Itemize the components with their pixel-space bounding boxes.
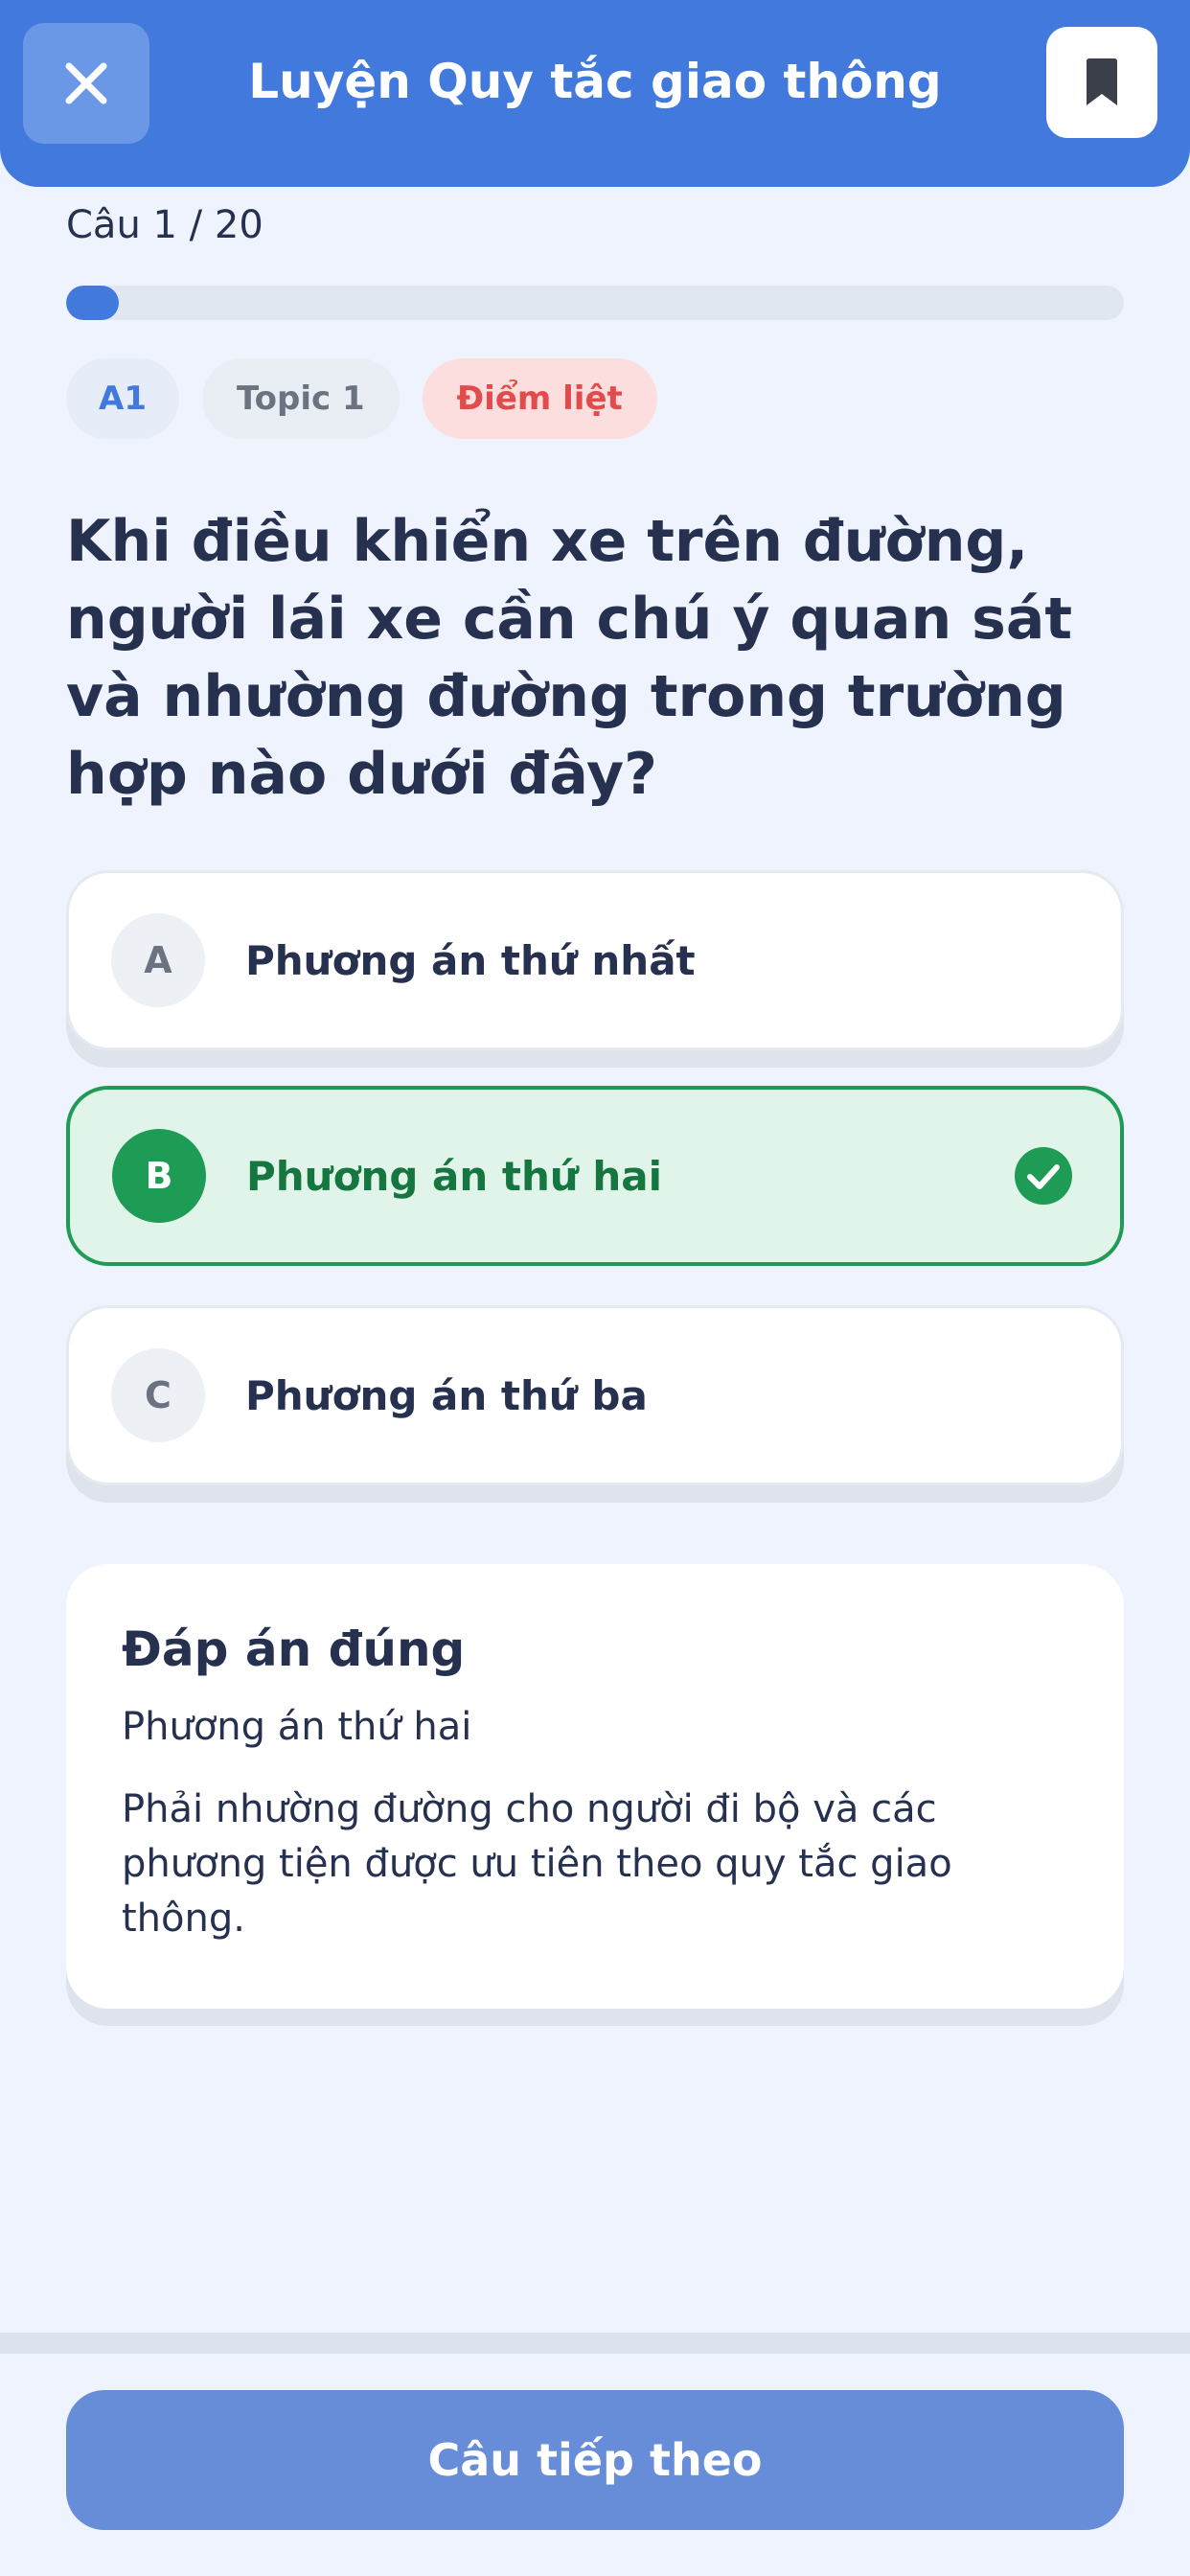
option-letter: C (111, 1348, 205, 1442)
answer-heading: Đáp án đúng (122, 1622, 466, 1677)
footer-divider (0, 2333, 1190, 2354)
check-circle-icon (1015, 1147, 1072, 1205)
option-letter: A (111, 913, 205, 1007)
bookmark-icon (1087, 58, 1117, 105)
next-question-button[interactable]: Câu tiếp theo (66, 2390, 1124, 2530)
question-text: Khi điều khiển xe trên đường, người lái … (66, 508, 1073, 808)
critical-tag: Điểm liệt (422, 358, 657, 439)
answer-card: Đáp án đúng Phương án thứ hai Phải nhườn… (66, 1564, 1124, 2009)
option-label: Phương án thứ ba (245, 1371, 648, 1419)
option-label: Phương án thứ nhất (245, 936, 696, 984)
tag-list: A1 Topic 1 Điểm liệt (66, 358, 657, 439)
progress-bar-fill (66, 286, 120, 320)
option-c[interactable]: C Phương án thứ ba (66, 1305, 1124, 1485)
question-counter: Câu 1 / 20 (66, 203, 263, 247)
option-b[interactable]: B Phương án thứ hai (66, 1086, 1124, 1266)
option-letter: B (112, 1129, 206, 1223)
option-a[interactable]: A Phương án thứ nhất (66, 870, 1124, 1050)
page-title: Luyện Quy tắc giao thông (248, 54, 942, 109)
level-tag: A1 (66, 358, 179, 439)
option-label: Phương án thứ hai (246, 1152, 663, 1200)
bookmark-button[interactable] (1046, 27, 1157, 138)
top-app-bar: Luyện Quy tắc giao thông (0, 0, 1190, 187)
answer-explanation: Phải nhường đường cho người đi bộ và các… (122, 1787, 952, 1941)
progress-bar (66, 286, 1124, 320)
close-icon (65, 62, 107, 104)
close-button[interactable] (23, 23, 149, 144)
topic-tag: Topic 1 (201, 358, 400, 439)
answer-value: Phương án thứ hai (122, 1705, 472, 1749)
